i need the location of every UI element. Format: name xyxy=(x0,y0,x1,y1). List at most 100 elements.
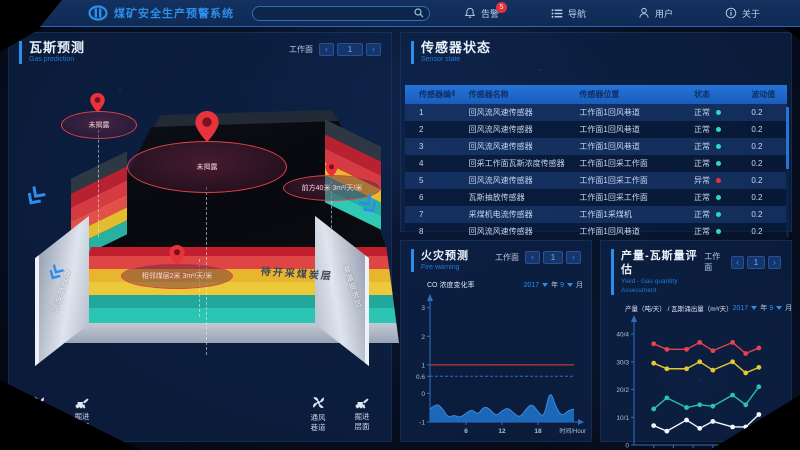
cell-location: 工作面1回风巷道 xyxy=(579,108,640,117)
pager-label: 工作面 xyxy=(495,253,519,262)
cell-id: 4 xyxy=(419,159,424,168)
cell-name: 回风流风速传感器 xyxy=(468,108,533,117)
app-logo-icon xyxy=(88,5,108,21)
table-row[interactable]: 2 回风流风速传感器 工作面1回风巷道 正常 0.2 xyxy=(405,121,787,138)
legend-text: 层面 xyxy=(354,422,370,431)
panel-title: 传感器状态 xyxy=(421,40,492,55)
panel-subtitle: Gas prediction xyxy=(29,56,75,63)
fan-icon xyxy=(32,397,44,408)
cell-name: 回风流风速传感器 xyxy=(468,125,533,134)
svg-text:0.6: 0.6 xyxy=(416,374,425,381)
table-row[interactable]: 5 回风流风速传感器 工作面1回采工作面 异常 0.2 xyxy=(405,172,787,189)
table-row[interactable]: 8 回风流风速传感器 工作面1回风巷道 正常 0.2 xyxy=(405,223,787,240)
miner-icon xyxy=(355,398,369,409)
cell-status: 正常 xyxy=(694,142,711,151)
panel-subtitle: Sensor state xyxy=(421,56,461,63)
pager-prev-button[interactable]: ‹ xyxy=(319,43,334,56)
table-row[interactable]: 4 回采工作面瓦斯浓度传感器 工作面1回采工作面 正常 0.2 xyxy=(405,155,787,172)
date-unit: 年 xyxy=(760,305,768,312)
column-header: 传感器位置 xyxy=(579,90,620,99)
panel-title-block: 产量-瓦斯量评估 Yield - Gas quantity Assessment xyxy=(611,249,704,295)
pager-prev-button[interactable]: ‹ xyxy=(525,251,540,264)
pager-next-button[interactable]: › xyxy=(767,255,781,269)
cell-name: 回采工作面瓦斯浓度传感器 xyxy=(468,159,565,168)
search-icon[interactable] xyxy=(414,8,424,18)
nav-item-navigation[interactable]: 导航 xyxy=(525,7,612,20)
cell-value: 0.2 xyxy=(751,176,763,185)
status-ok-dot xyxy=(716,127,722,132)
cell-location: 工作面1回风巷道 xyxy=(579,125,640,134)
year-select[interactable]: 2017 xyxy=(733,305,749,312)
gas-prediction-panel: 瓦斯预测 Gas prediction 工作面 ‹ 1 › 巷道掘进区 巷道掘进… xyxy=(8,32,399,442)
status-alarm-dot xyxy=(716,178,722,183)
panel-title-block: 传感器状态 Sensor state xyxy=(411,41,491,64)
status-ok-dot xyxy=(716,229,722,234)
table-row[interactable]: 7 采煤机电流传感器 工作面1采煤机 正常 0.2 xyxy=(405,206,787,223)
svg-text:18: 18 xyxy=(534,428,542,435)
nav-item-user[interactable]: 用户 xyxy=(612,7,699,20)
year-select[interactable]: 2017 xyxy=(524,282,540,289)
location-pin-icon xyxy=(169,245,185,266)
cell-name: 回风流风速传感器 xyxy=(468,142,533,151)
cell-status: 正常 xyxy=(694,108,711,117)
cell-location: 工作面1回采工作面 xyxy=(579,176,648,185)
app-brand: 煤矿安全生产预警系统 xyxy=(88,5,234,21)
cell-value: 0.2 xyxy=(751,210,763,219)
legend-heading-face: 掘进 层面 xyxy=(347,395,377,433)
dropdown-caret-icon[interactable] xyxy=(567,283,573,287)
cell-name: 回风流风速传感器 xyxy=(468,227,533,236)
dropdown-caret-icon[interactable] xyxy=(542,283,549,287)
cell-location: 工作面1回采工作面 xyxy=(579,193,648,202)
status-ok-dot xyxy=(716,161,722,166)
legend-text: 巷道 xyxy=(30,423,46,432)
date-unit: 月 xyxy=(785,305,793,312)
column-header: 波动值 xyxy=(751,90,776,99)
scene-legend-right: 通风 巷道 掘进 层面 xyxy=(303,395,377,433)
nav-item-label: 用户 xyxy=(654,8,673,19)
fan-icon xyxy=(312,397,324,408)
cell-status: 正常 xyxy=(694,210,711,219)
cell-location: 工作面1回风巷道 xyxy=(579,227,640,236)
pager-prev-button[interactable]: ‹ xyxy=(731,255,745,269)
month-select[interactable]: 9 xyxy=(769,305,773,312)
pager-next-button[interactable]: › xyxy=(366,43,381,56)
list-icon xyxy=(551,8,563,18)
table-row[interactable]: 6 瓦斯抽放传感器 工作面1回采工作面 正常 0.2 xyxy=(405,189,787,206)
marker-label: 未揭露 xyxy=(88,122,110,129)
svg-text:1: 1 xyxy=(421,362,425,369)
legend-text: 通风 xyxy=(310,413,326,422)
scrollbar-thumb[interactable] xyxy=(786,107,789,169)
alert-count-badge: 5 xyxy=(495,1,507,13)
co-rate-area-chart: 3 2 1 0.6 0 -1 6 12 18 时间/Hour xyxy=(416,294,586,435)
nav-item-alerts[interactable]: 告警 5 xyxy=(438,1,525,20)
search-input[interactable] xyxy=(252,5,430,21)
workface-pager: 工作面 ‹ 1 › xyxy=(289,43,381,56)
legend-text: 掘进 xyxy=(74,412,90,421)
workface-pager: 工作面 ‹ 1 › xyxy=(704,251,781,273)
marker-leader-line xyxy=(98,125,99,237)
cell-value: 0.2 xyxy=(751,193,763,202)
cell-location: 工作面1采煤机 xyxy=(579,210,632,219)
location-pin-icon xyxy=(90,93,105,113)
cell-id: 3 xyxy=(419,142,424,151)
date-unit: 月 xyxy=(576,282,583,289)
cell-id: 6 xyxy=(419,193,424,202)
dropdown-caret-icon[interactable] xyxy=(776,306,783,310)
table-row[interactable]: 3 回风流风速传感器 工作面1回风巷道 正常 0.2 xyxy=(405,138,787,155)
fire-warning-panel: 火灾预测 Fire warning 工作面 ‹ 1 › CO 浓度变化率 201… xyxy=(400,240,592,442)
legend-text: 回风 xyxy=(30,413,46,422)
pager-next-button[interactable]: › xyxy=(566,251,581,264)
dropdown-caret-icon[interactable] xyxy=(751,306,758,310)
nav-item-about[interactable]: 关于 xyxy=(699,7,786,20)
legend-text: 巷道 xyxy=(310,423,326,432)
app-title: 煤矿安全生产预警系统 xyxy=(114,8,234,20)
chart-title: 产量（吨/天） / 瓦斯涌出量（m³/天） xyxy=(625,306,733,313)
legend-text: 掘进 xyxy=(354,412,370,421)
table-scrollbar[interactable] xyxy=(786,107,789,237)
cell-name: 采煤机电流传感器 xyxy=(468,210,533,219)
status-ok-dot xyxy=(716,110,722,115)
legend-text: 层面 xyxy=(74,422,90,431)
table-row[interactable]: 1 回风流风速传感器 工作面1回风巷道 正常 0.2 xyxy=(405,104,787,121)
month-select[interactable]: 9 xyxy=(560,282,564,289)
marker-label: 未揭露 xyxy=(196,164,218,171)
